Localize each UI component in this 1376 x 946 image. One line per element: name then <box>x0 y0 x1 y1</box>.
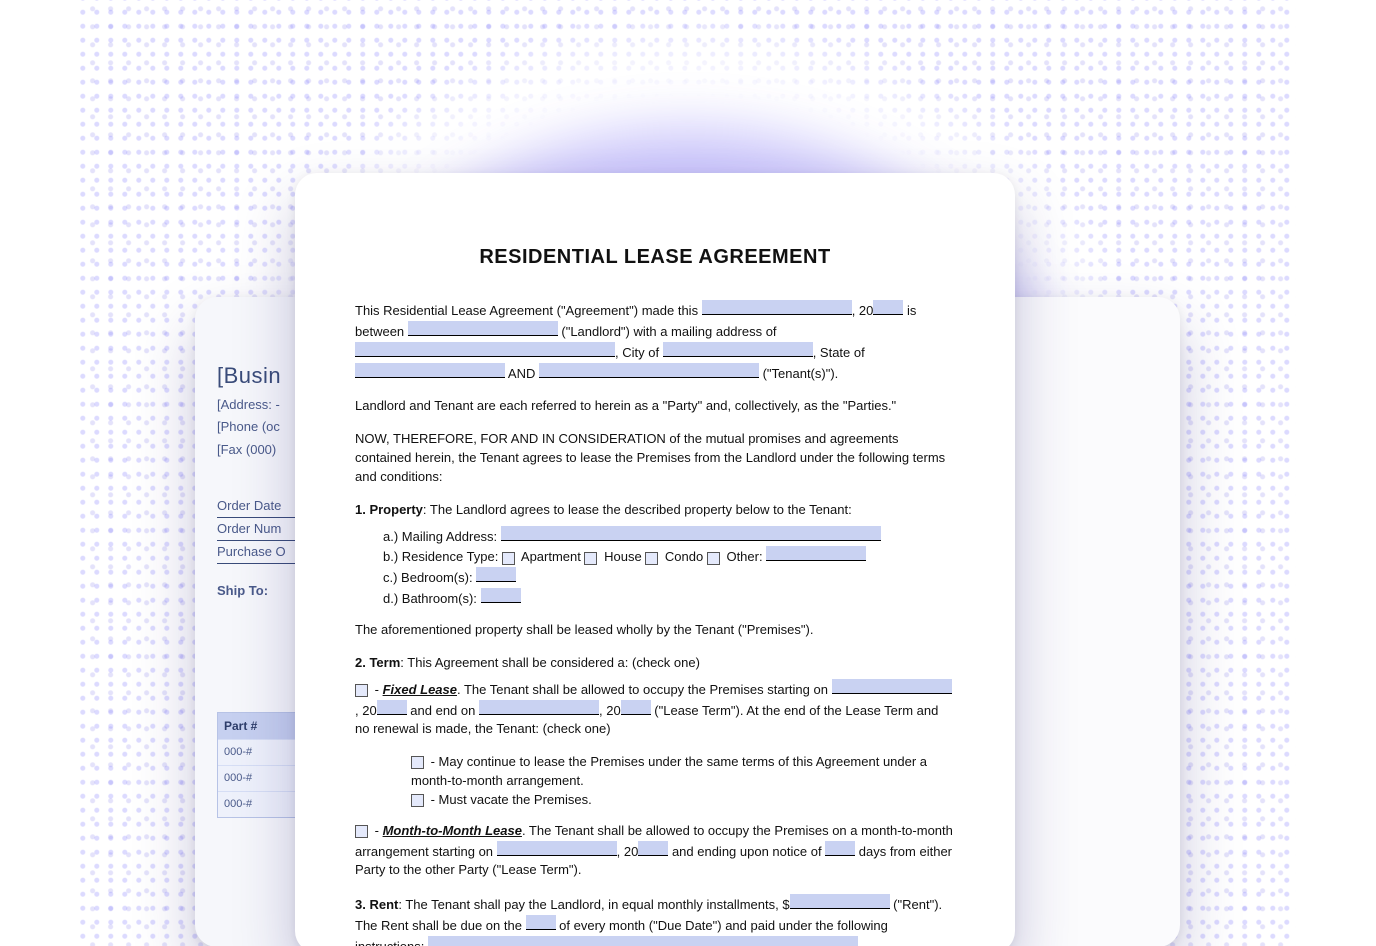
bathrooms-label: d.) Bathroom(s): <box>383 591 481 606</box>
text: , 20 <box>852 303 874 318</box>
fixed-lease-option: - Fixed Lease. The Tenant shall be allow… <box>355 679 955 740</box>
checkbox-house[interactable] <box>584 552 597 565</box>
blank-mtm-start[interactable] <box>497 841 617 856</box>
residence-type-label: b.) Residence Type: <box>383 549 502 564</box>
mailing-address-label: a.) Mailing Address: <box>383 529 501 544</box>
section-label: 3. Rent <box>355 897 398 912</box>
text: House <box>600 549 645 564</box>
section-3: 3. Rent: The Tenant shall pay the Landlo… <box>355 894 955 946</box>
stage: [Busin [Address: - [Phone (oc [Fax (000)… <box>0 0 1376 946</box>
blank-year[interactable] <box>873 300 903 315</box>
blank-start-year[interactable] <box>377 700 407 715</box>
text: , State of <box>813 345 865 360</box>
blank-start-date[interactable] <box>832 679 952 694</box>
blank-end-date[interactable] <box>479 700 599 715</box>
blank-end-year[interactable] <box>621 700 651 715</box>
checkbox-continue-mtm[interactable] <box>411 756 424 769</box>
blank-other[interactable] <box>766 546 866 561</box>
text: , City of <box>615 345 663 360</box>
blank-mailing-address[interactable] <box>501 526 881 541</box>
blank-bedrooms[interactable] <box>476 567 516 582</box>
text: , 20 <box>617 844 639 859</box>
text: This Residential Lease Agreement ("Agree… <box>355 303 702 318</box>
blank-date[interactable] <box>702 300 852 315</box>
ship-to-label: Ship To: <box>217 583 268 598</box>
section-1: 1. Property: The Landlord agrees to leas… <box>355 501 955 520</box>
text: Apartment <box>518 549 584 564</box>
premises-paragraph: The aforementioned property shall be lea… <box>355 621 955 640</box>
consideration-paragraph: NOW, THEREFORE, FOR AND IN CONSIDERATION… <box>355 430 955 487</box>
lease-document: RESIDENTIAL LEASE AGREEMENT This Residen… <box>295 173 1015 946</box>
text: , 20 <box>355 703 377 718</box>
intro-paragraph: This Residential Lease Agreement ("Agree… <box>355 300 955 383</box>
checkbox-apartment[interactable] <box>502 552 515 565</box>
text: Other: <box>723 549 766 564</box>
section-label: 1. Property <box>355 502 423 517</box>
checkbox-mtm-lease[interactable] <box>355 825 368 838</box>
blank-landlord[interactable] <box>408 321 558 336</box>
blank-due-day[interactable] <box>526 915 556 930</box>
document-title: RESIDENTIAL LEASE AGREEMENT <box>355 243 955 272</box>
section-label: 2. Term <box>355 655 400 670</box>
text: , 20 <box>599 703 621 718</box>
fixed-lease-label: Fixed Lease <box>383 682 457 697</box>
section-2: 2. Term: This Agreement shall be conside… <box>355 654 955 673</box>
text: : The Landlord agrees to lease the descr… <box>423 502 852 517</box>
text: ("Landlord") with a mailing address of <box>558 324 777 339</box>
order-number-label: Order Num <box>217 518 297 541</box>
text: ("Tenant(s)"). <box>759 366 838 381</box>
checkbox-vacate[interactable] <box>411 794 424 807</box>
blank-bathrooms[interactable] <box>481 588 521 603</box>
order-date-label: Order Date <box>217 495 297 518</box>
text: and ending upon notice of <box>668 844 825 859</box>
blank-instructions[interactable] <box>428 936 858 946</box>
checkbox-fixed-lease[interactable] <box>355 684 368 697</box>
checkbox-other[interactable] <box>707 552 720 565</box>
blank-city[interactable] <box>663 342 813 357</box>
bedrooms-label: c.) Bedroom(s): <box>383 570 476 585</box>
property-list: a.) Mailing Address: b.) Residence Type:… <box>383 526 955 609</box>
checkbox-condo[interactable] <box>645 552 658 565</box>
text: : The Tenant shall pay the Landlord, in … <box>398 897 789 912</box>
blank-tenant[interactable] <box>539 363 759 378</box>
fixed-lease-suboptions: - May continue to lease the Premises und… <box>411 753 955 810</box>
mtm-lease-label: Month-to-Month Lease <box>383 823 522 838</box>
parties-paragraph: Landlord and Tenant are each referred to… <box>355 397 955 416</box>
text: and end on <box>407 703 479 718</box>
text: - Must vacate the Premises. <box>427 792 592 807</box>
blank-rent-amount[interactable] <box>790 894 890 909</box>
text: . The Tenant shall be allowed to occupy … <box>457 682 832 697</box>
blank-state[interactable] <box>355 363 505 378</box>
blank-mtm-year[interactable] <box>638 841 668 856</box>
text: - May continue to lease the Premises und… <box>411 754 927 788</box>
text: AND <box>505 366 539 381</box>
blank-address[interactable] <box>355 342 615 357</box>
blank-notice-days[interactable] <box>825 841 855 856</box>
text: : This Agreement shall be considered a: … <box>400 655 700 670</box>
purchase-order-label: Purchase O <box>217 541 297 564</box>
mtm-lease-option: - Month-to-Month Lease. The Tenant shall… <box>355 822 955 881</box>
text: Condo <box>661 549 707 564</box>
